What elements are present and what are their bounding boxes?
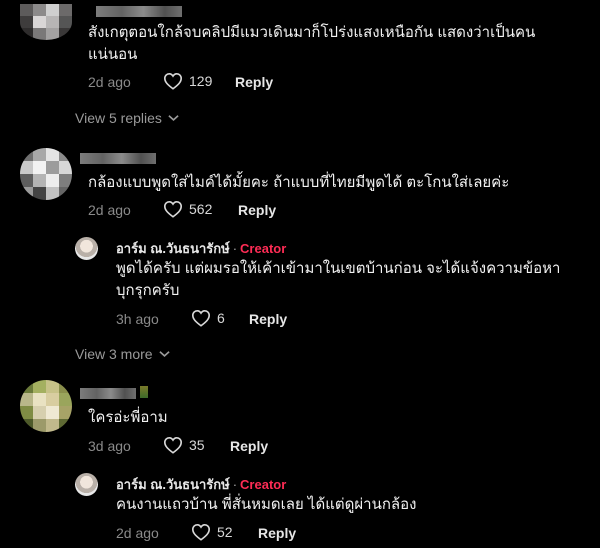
- username-blurred[interactable]: [96, 6, 182, 17]
- creator-badge: Creator: [240, 241, 287, 256]
- heart-outline-icon: [163, 72, 183, 90]
- reply-button[interactable]: Reply: [249, 311, 287, 327]
- like-count: 562: [189, 201, 213, 217]
- reply-text: พูดได้ครับ แต่ผมรอให้เค้าเข้ามาในเขตบ้าน…: [116, 260, 561, 277]
- username-blurred[interactable]: [80, 153, 156, 164]
- heart-outline-icon: [163, 436, 183, 454]
- like-count: 6: [217, 310, 225, 326]
- creator-username[interactable]: อาร์ม ณ.วันธนารักษ์: [116, 241, 230, 256]
- like-count: 129: [189, 73, 213, 89]
- view-more-label: View 3 more: [75, 346, 153, 362]
- creator-avatar[interactable]: [75, 237, 98, 260]
- view-more-button[interactable]: View 3 more: [75, 346, 170, 362]
- comment-text: สังเกตุตอนใกล้จบคลิปมีแมวเดินมาก็โปร่งแส…: [88, 24, 536, 41]
- like-count: 35: [189, 437, 205, 453]
- chevron-down-icon: [158, 351, 170, 357]
- creator-username[interactable]: อาร์ม ณ.วันธนารักษ์: [116, 477, 230, 492]
- reply-text: คนงานแถวบ้าน พี่สั่นหมดเลย ได้แต่ดูผ่านก…: [116, 496, 417, 513]
- comment-text: ใครอ่ะพี่อาม: [88, 409, 168, 426]
- comment-age: 3d ago: [88, 438, 131, 454]
- like-button[interactable]: 129: [163, 72, 212, 90]
- reply-age: 3h ago: [116, 311, 159, 327]
- separator-dot: ·: [232, 477, 238, 492]
- like-button[interactable]: 35: [163, 436, 205, 454]
- separator-dot: ·: [232, 241, 238, 256]
- reply-age: 2d ago: [116, 525, 159, 541]
- avatar[interactable]: [20, 148, 72, 200]
- creator-badge: Creator: [240, 477, 287, 492]
- view-replies-button[interactable]: View 5 replies: [75, 110, 179, 126]
- heart-outline-icon: [191, 309, 211, 327]
- like-count: 52: [217, 524, 233, 540]
- comment-age: 2d ago: [88, 74, 131, 90]
- like-button[interactable]: 562: [163, 200, 212, 218]
- reply-text: บุกรุกครับ: [116, 282, 180, 299]
- reply-button[interactable]: Reply: [235, 74, 273, 90]
- badge-icon: [140, 386, 148, 398]
- like-button[interactable]: 6: [191, 309, 225, 327]
- chevron-down-icon: [168, 115, 179, 121]
- reply-button[interactable]: Reply: [258, 525, 296, 541]
- comment-age: 2d ago: [88, 202, 131, 218]
- heart-outline-icon: [163, 200, 183, 218]
- creator-avatar[interactable]: [75, 473, 98, 496]
- comment-text: กล้องแบบพูดใส่ไมค์ได้มั้ยคะ ถ้าแบบที่ไทย…: [88, 174, 510, 191]
- reply-button[interactable]: Reply: [230, 438, 268, 454]
- reply-header: อาร์ม ณ.วันธนารักษ์ · Creator: [116, 474, 286, 495]
- username-blurred[interactable]: [80, 388, 136, 399]
- reply-button[interactable]: Reply: [238, 202, 276, 218]
- reply-header: อาร์ม ณ.วันธนารักษ์ · Creator: [116, 238, 286, 259]
- like-button[interactable]: 52: [191, 523, 233, 541]
- comment-text: แน่นอน: [88, 46, 138, 63]
- heart-outline-icon: [191, 523, 211, 541]
- avatar[interactable]: [20, 4, 72, 40]
- avatar[interactable]: [20, 380, 72, 432]
- view-replies-label: View 5 replies: [75, 110, 162, 126]
